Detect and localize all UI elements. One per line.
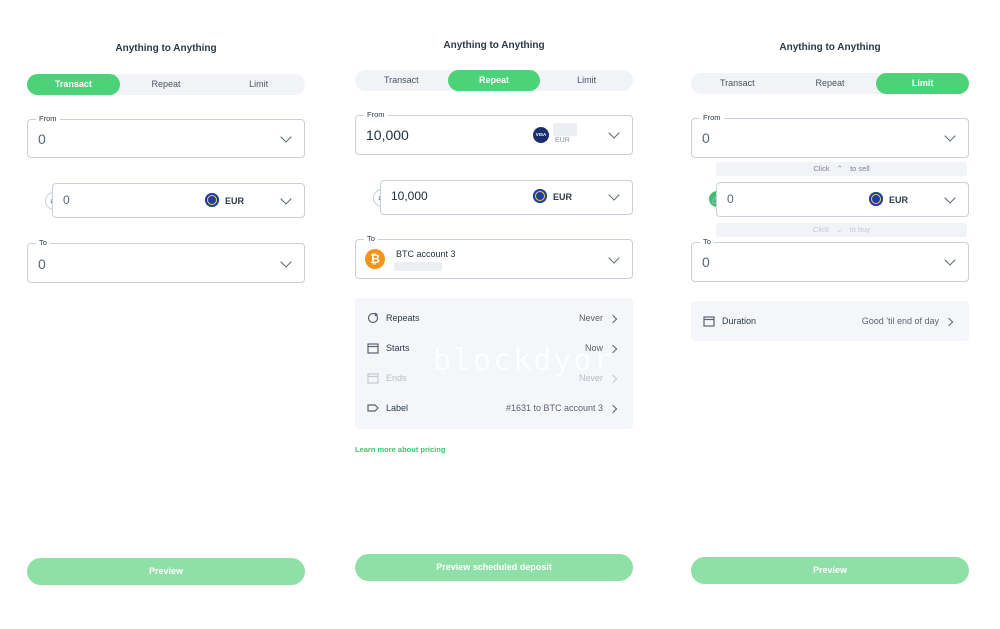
tab-repeat[interactable]: Repeat xyxy=(447,70,541,91)
option-label: Starts xyxy=(386,343,410,353)
card-currency: EUR xyxy=(555,137,570,144)
option-label: Label xyxy=(386,403,409,413)
option-label: Ends xyxy=(386,373,407,383)
calendar-icon xyxy=(367,373,379,384)
transact-panel: Anything to Anything Transact Repeat Lim… xyxy=(27,0,305,629)
tab-transact[interactable]: Transact xyxy=(27,74,120,95)
amount-field[interactable]: 0 EUR xyxy=(52,183,305,218)
tab-transact[interactable]: Transact xyxy=(355,70,448,91)
preview-scheduled-deposit-button[interactable]: Preview scheduled deposit xyxy=(355,554,633,581)
duration-option[interactable]: Duration Good 'til end of day xyxy=(691,301,969,341)
option-label: Repeats xyxy=(386,313,420,323)
tab-repeat[interactable]: Repeat xyxy=(120,74,213,95)
option-label-row[interactable]: Label #1631 to BTC account 3 xyxy=(355,399,633,419)
from-label: From xyxy=(364,110,388,119)
tag-icon xyxy=(367,404,379,412)
repeat-panel: Anything to Anything Transact Repeat Lim… xyxy=(355,0,633,629)
chevron-right-icon xyxy=(944,317,954,327)
hint-suffix: to buy xyxy=(849,225,871,234)
option-label: Duration xyxy=(722,316,757,326)
amount-field[interactable]: 0 EUR xyxy=(716,182,969,217)
double-chevron-down-icon[interactable]: ⌄ xyxy=(836,225,842,234)
to-account-name: BTC account 3 xyxy=(396,249,456,259)
currency-code: EUR xyxy=(553,192,573,202)
panel-title: Anything to Anything xyxy=(779,42,881,53)
repeat-icon xyxy=(367,312,379,324)
amount-value: 0 xyxy=(727,192,734,206)
from-value: 0 xyxy=(38,131,46,147)
from-label: From xyxy=(700,113,724,122)
amount-field[interactable]: 10,000 EUR xyxy=(380,180,633,215)
from-field[interactable]: From 0 xyxy=(691,113,969,158)
chevron-right-icon xyxy=(608,314,618,324)
to-value: 0 xyxy=(38,256,46,272)
currency-code: EUR xyxy=(225,196,245,206)
mode-tabs: Transact Repeat Limit xyxy=(355,70,633,91)
tab-limit[interactable]: Limit xyxy=(876,73,970,94)
mode-tabs: Transact Repeat Limit xyxy=(27,74,305,95)
chevron-down-icon xyxy=(280,131,292,143)
preview-button[interactable]: Preview xyxy=(691,557,969,584)
double-chevron-up-icon[interactable]: ⌃ xyxy=(837,164,843,173)
pricing-link[interactable]: Learn more about pricing xyxy=(355,445,445,454)
chevron-down-icon xyxy=(280,193,292,205)
tab-transact[interactable]: Transact xyxy=(691,73,784,94)
chevron-down-icon xyxy=(944,192,956,204)
hint-prefix: Click xyxy=(813,164,830,173)
option-value: #1631 to BTC account 3 xyxy=(505,403,603,413)
amount-value: 10,000 xyxy=(391,189,428,203)
buy-hint: Click ⌄ to buy xyxy=(716,223,967,237)
from-value: 0 xyxy=(702,130,710,146)
from-label: From xyxy=(36,114,60,123)
option-value: Good 'til end of day xyxy=(861,316,939,326)
calendar-icon xyxy=(703,316,715,327)
account-detail-redacted xyxy=(394,262,442,271)
to-field[interactable]: To ₿ BTC account 3 xyxy=(355,234,633,279)
chevron-down-icon xyxy=(608,252,620,264)
option-duration[interactable]: Duration Good 'til end of day xyxy=(691,312,969,332)
visa-card-icon: VISA xyxy=(533,127,549,143)
from-field[interactable]: From 10,000 VISA EUR xyxy=(355,110,633,155)
to-field[interactable]: To 0 xyxy=(691,237,969,282)
limit-panel: Anything to Anything Transact Repeat Lim… xyxy=(691,0,970,629)
to-label: To xyxy=(364,234,378,243)
mode-tabs: Transact Repeat Limit xyxy=(691,73,970,94)
card-number-redacted xyxy=(553,123,577,136)
hint-prefix: Click xyxy=(812,225,830,234)
tab-limit[interactable]: Limit xyxy=(540,70,633,91)
to-label: To xyxy=(36,238,50,247)
chevron-down-icon xyxy=(944,130,956,142)
chevron-down-icon xyxy=(608,127,620,139)
eu-flag-icon xyxy=(533,189,547,203)
tab-repeat[interactable]: Repeat xyxy=(784,73,877,94)
option-repeats[interactable]: Repeats Never xyxy=(355,309,633,329)
panel-title: Anything to Anything xyxy=(115,43,217,54)
to-value: 0 xyxy=(702,254,710,270)
sell-hint: Click ⌃ to sell xyxy=(716,162,967,176)
preview-button[interactable]: Preview xyxy=(27,558,305,585)
chevron-right-icon xyxy=(608,404,618,414)
chevron-down-icon xyxy=(280,256,292,268)
watermark: blockdyor xyxy=(433,343,614,378)
to-label: To xyxy=(700,237,714,246)
from-field[interactable]: From 0 xyxy=(27,114,305,158)
chevron-down-icon xyxy=(608,189,620,201)
calendar-icon xyxy=(367,343,379,354)
chevron-down-icon xyxy=(944,254,956,266)
from-value: 10,000 xyxy=(366,127,409,143)
bitcoin-icon: ₿ xyxy=(365,249,385,269)
option-value: Never xyxy=(578,313,603,323)
currency-code: EUR xyxy=(889,195,909,205)
panel-title: Anything to Anything xyxy=(443,40,545,51)
eu-flag-icon xyxy=(869,192,883,206)
tab-limit[interactable]: Limit xyxy=(212,74,305,95)
hint-suffix: to sell xyxy=(850,164,870,173)
to-field[interactable]: To 0 xyxy=(27,238,305,283)
eu-flag-icon xyxy=(205,193,219,207)
amount-value: 0 xyxy=(63,193,70,207)
